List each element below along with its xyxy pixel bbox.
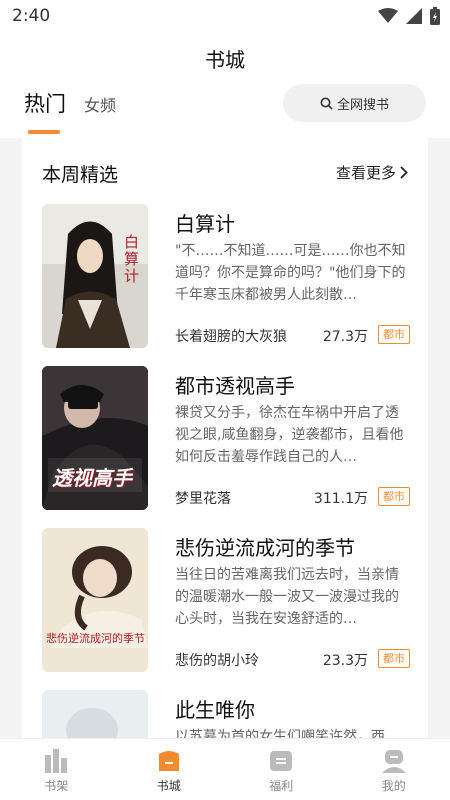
status-time: 2:40 [12,6,51,26]
book-description: "不……不知道……可是……你也不知道吗？你不是算命的吗？"他们身下的千年寒玉床都… [175,243,406,303]
search-icon [320,97,333,110]
book-category-tag: 都市 [378,649,410,668]
book-cover[interactable]: 悲伤逆流成河的季节 [42,528,148,672]
book-title[interactable]: 都市透视高手 [175,370,295,399]
tab-hot[interactable]: 热门 [24,88,66,118]
book-category-tag: 都市 [378,487,410,506]
search-button[interactable]: 全网搜书 [283,84,426,122]
book-item[interactable]: 悲伤逆流成河的季节 悲伤逆流成河的季节 当往日的苦难离我们远去时，当亲情的温暖潮… [42,528,410,674]
tab-female[interactable]: 女频 [84,92,116,116]
book-cover[interactable]: 透视高手 [42,366,148,510]
book-description: 以苏慕为首的女生们嘲笑许然，西 [175,729,385,738]
book-title[interactable]: 白算计 [175,208,235,237]
cover-title: 透视高手 [52,466,132,490]
book-word-count: 311.1万 [313,491,368,507]
chevron-right-icon [400,166,408,179]
nav-bookshelf[interactable]: 书架 [0,739,113,800]
book-author: 长着翅膀的大灰狼 [175,329,287,345]
book-author: 梦里花落 [175,491,231,507]
nav-welfare[interactable]: 福利 [225,739,338,800]
bookshelf-icon [45,749,68,773]
book-author: 悲伤的胡小玲 [175,653,259,669]
book-word-count: 27.3万 [322,329,368,345]
book-item[interactable]: 此生唯你 以苏慕为首的女生们嘲笑许然，西 [42,690,410,738]
cover-title: 白算计 [122,234,140,285]
book-word-count: 23.3万 [322,653,368,669]
signal-icon [406,8,422,24]
book-description: 当往日的苦难离我们远去时，当亲情的温暖潮水一般一波又一波漫过我的心头时，当我在安… [175,567,399,627]
tab-active-indicator [28,130,60,134]
profile-icon [381,750,406,773]
cover-title: 悲伤逆流成河的季节 [46,632,145,645]
section-header: 本周精选 查看更多 [42,160,408,186]
bookstore-icon [158,751,179,771]
nav-label: 书架 [44,779,69,793]
see-more-label: 查看更多 [335,164,396,182]
book-category-tag: 都市 [378,325,410,344]
gift-icon [270,751,293,771]
nav-profile[interactable]: 我的 [338,739,450,800]
book-item[interactable]: 透视高手 都市透视高手 裸贷又分手，徐杰在车祸中开启了透视之眼,咸鱼翻身，逆袭都… [42,366,410,512]
book-description: 裸贷又分手，徐杰在车祸中开启了透视之眼,咸鱼翻身，逆袭都市，且看他如何反击羞辱作… [175,405,404,465]
bottom-navigation: 书架 书城 福利 我的 [0,738,450,800]
status-icons [378,7,440,25]
book-title[interactable]: 悲伤逆流成河的季节 [175,532,355,561]
weekly-picks-card: 本周精选 查看更多 白算计 白算计 "不……不知道……可是……你也不知道吗？你不… [22,138,428,738]
nav-label: 福利 [269,779,294,793]
nav-bookstore[interactable]: 书城 [113,739,226,800]
search-label: 全网搜书 [336,97,389,113]
book-item[interactable]: 白算计 白算计 "不……不知道……可是……你也不知道吗？你不是算命的吗？"他们身… [42,204,410,350]
page-title: 书城 [205,48,245,72]
section-title: 本周精选 [42,164,119,186]
book-cover[interactable]: 白算计 [42,204,148,348]
wifi-icon [378,8,398,23]
battery-icon [430,7,440,25]
nav-label: 我的 [381,779,406,793]
nav-label: 书城 [156,779,181,793]
book-title[interactable]: 此生唯你 [175,694,255,723]
see-more-button[interactable]: 查看更多 [336,162,408,183]
book-cover[interactable] [42,690,148,738]
status-bar: 2:40 [0,0,450,34]
